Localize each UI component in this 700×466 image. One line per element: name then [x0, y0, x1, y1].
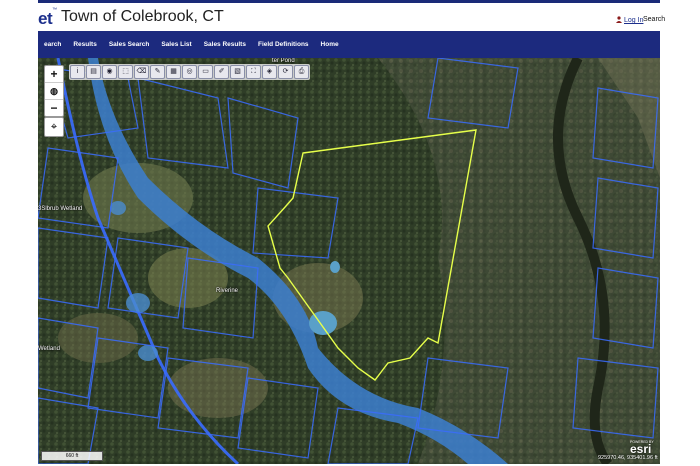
- map-label-riverine: Riverine: [216, 288, 239, 294]
- header: et™ Town of Colebrook, CT Log In Search: [0, 3, 700, 31]
- coordinate-readout: 925970.46, 935401.96 ft: [598, 455, 658, 461]
- select-tool-icon[interactable]: ⬚: [118, 65, 133, 79]
- right-margin: [660, 31, 700, 464]
- search-link[interactable]: Search: [643, 16, 665, 23]
- zoom-control: + ◍ −: [44, 65, 64, 117]
- map-toolbar: i ▤ ◉ ⬚ ⌫ ✎ ▦ ◎ ▭ ✐ ▧ ⛶ ◈ ⟳ ⎙: [69, 64, 310, 80]
- buffer-tool-icon[interactable]: ◎: [182, 65, 197, 79]
- globe-icon[interactable]: ◍: [45, 83, 63, 100]
- extent-tool-icon[interactable]: ⛶: [246, 65, 261, 79]
- layers-tool-icon[interactable]: ▤: [86, 65, 101, 79]
- brand-logo[interactable]: et™: [38, 7, 57, 29]
- grid-tool-icon[interactable]: ▧: [230, 65, 245, 79]
- map-view[interactable]: ter Pond 3Slbrub Wetland Riverine Wetlan…: [38, 58, 660, 464]
- zoom-out-icon[interactable]: −: [45, 100, 63, 116]
- nav-sales-list[interactable]: Sales List: [155, 41, 197, 48]
- clear-tool-icon[interactable]: ⌫: [134, 65, 149, 79]
- main-nav: earch Results Sales Search Sales List Sa…: [38, 31, 660, 58]
- page-title: Town of Colebrook, CT: [61, 8, 224, 25]
- scale-bar: 660 ft: [41, 451, 103, 461]
- nav-search[interactable]: earch: [38, 41, 67, 48]
- zoom-in-icon[interactable]: +: [45, 66, 63, 83]
- overview-tool-icon[interactable]: ◈: [262, 65, 277, 79]
- left-margin: [0, 58, 38, 464]
- map-label-wetland-2: Wetland: [38, 346, 60, 352]
- map-label-wetland: 3Slbrub Wetland: [38, 206, 83, 212]
- aerial-imagery: [38, 58, 660, 464]
- draw-tool-icon[interactable]: ✎: [150, 65, 165, 79]
- nav-sales-search[interactable]: Sales Search: [103, 41, 155, 48]
- nav-results[interactable]: Results: [67, 41, 102, 48]
- pencil-tool-icon[interactable]: ✐: [214, 65, 229, 79]
- login-link[interactable]: Log In: [616, 16, 643, 25]
- locate-icon[interactable]: ⌖: [44, 117, 64, 137]
- nav-sales-results[interactable]: Sales Results: [198, 41, 252, 48]
- nav-field-definitions[interactable]: Field Definitions: [252, 41, 315, 48]
- esri-logo: POWERED BY esri: [630, 440, 654, 456]
- measure-tool-icon[interactable]: ▭: [198, 65, 213, 79]
- info-tool-icon[interactable]: i: [70, 65, 85, 79]
- sketch-tool-icon[interactable]: ▦: [166, 65, 181, 79]
- login-label[interactable]: Log In: [624, 17, 643, 24]
- identify-tool-icon[interactable]: ◉: [102, 65, 117, 79]
- user-icon: [616, 16, 622, 25]
- nav-home[interactable]: Home: [315, 41, 345, 48]
- print-tool-icon[interactable]: ⎙: [294, 65, 309, 79]
- refresh-tool-icon[interactable]: ⟳: [278, 65, 293, 79]
